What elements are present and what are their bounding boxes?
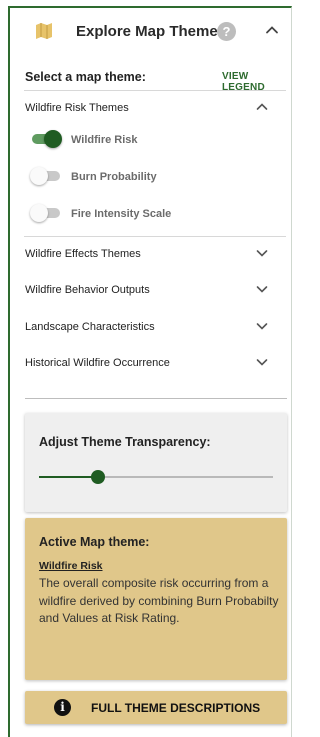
toggle-fire-intensity-scale[interactable] bbox=[30, 204, 62, 222]
section-wildfire-risk-themes[interactable]: Wildfire Risk Themes bbox=[25, 102, 129, 114]
active-theme-heading: Active Map theme: bbox=[39, 535, 150, 549]
chevron-up-icon[interactable] bbox=[255, 100, 269, 114]
panel-header: Explore Map Themes ? bbox=[10, 8, 292, 54]
section-wildfire-effects-themes[interactable]: Wildfire Effects Themes bbox=[25, 248, 141, 260]
active-theme-description: The overall composite risk occurring fro… bbox=[39, 576, 279, 625]
section-wildfire-behavior-outputs[interactable]: Wildfire Behavior Outputs bbox=[25, 284, 150, 296]
select-theme-label: Select a map theme: bbox=[25, 70, 146, 84]
info-icon: i bbox=[54, 699, 71, 716]
map-icon bbox=[36, 23, 52, 39]
panel-title: Explore Map Themes bbox=[76, 23, 227, 40]
chevron-down-icon[interactable] bbox=[255, 282, 269, 296]
toggle-knob bbox=[44, 130, 62, 148]
full-theme-descriptions-label: FULL THEME DESCRIPTIONS bbox=[91, 701, 261, 715]
chevron-up-icon[interactable] bbox=[264, 22, 280, 38]
chevron-down-icon[interactable] bbox=[255, 246, 269, 260]
divider bbox=[24, 236, 286, 237]
chevron-down-icon[interactable] bbox=[255, 355, 269, 369]
transparency-slider[interactable] bbox=[39, 469, 273, 485]
active-theme-card: Active Map theme: Wildfire Risk The over… bbox=[25, 518, 287, 680]
active-theme-name-link[interactable]: Wildfire Risk bbox=[39, 560, 103, 572]
toggle-label-burn-probability: Burn Probability bbox=[71, 171, 157, 183]
slider-fill bbox=[39, 476, 98, 478]
toggle-knob bbox=[30, 204, 48, 222]
map-themes-panel: Explore Map Themes ? Select a map theme:… bbox=[8, 6, 292, 737]
slider-thumb[interactable] bbox=[90, 470, 105, 484]
full-theme-descriptions-button[interactable]: i FULL THEME DESCRIPTIONS bbox=[25, 691, 287, 724]
chevron-down-icon[interactable] bbox=[255, 319, 269, 333]
toggle-knob bbox=[30, 167, 48, 185]
section-landscape-characteristics[interactable]: Landscape Characteristics bbox=[25, 321, 155, 333]
transparency-label: Adjust Theme Transparency: bbox=[39, 435, 211, 449]
toggle-label-wildfire-risk: Wildfire Risk bbox=[71, 134, 138, 146]
toggle-burn-probability[interactable] bbox=[30, 167, 62, 185]
help-icon[interactable]: ? bbox=[217, 22, 236, 41]
transparency-card: Adjust Theme Transparency: bbox=[25, 413, 287, 512]
divider bbox=[24, 90, 286, 91]
toggle-wildfire-risk[interactable] bbox=[30, 130, 62, 148]
section-historical-wildfire-occurrence[interactable]: Historical Wildfire Occurrence bbox=[25, 357, 170, 369]
toggle-label-fire-intensity-scale: Fire Intensity Scale bbox=[71, 208, 172, 220]
divider bbox=[25, 398, 287, 399]
